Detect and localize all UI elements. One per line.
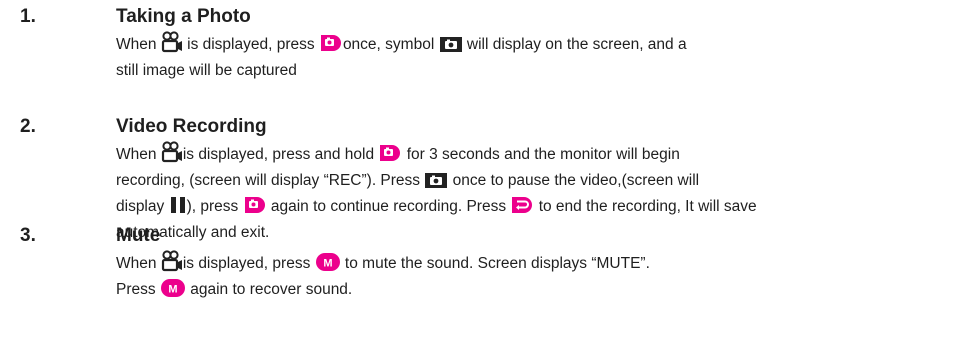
line-1: When is displayed, press M to mute the s… (116, 250, 956, 277)
text-seg: once, symbol (342, 36, 439, 53)
step-body: When is displayed, press and hold for 3 … (116, 141, 956, 246)
camera-button-icon (319, 33, 343, 53)
text-seg: is displayed, press (182, 255, 315, 272)
text-seg: again to continue recording. Press (266, 198, 511, 215)
step-number: 3. (20, 225, 36, 246)
line-1: When is displayed, press and hold for 3 … (116, 141, 956, 168)
return-button-icon (510, 195, 534, 215)
line-2: still image will be captured (116, 58, 956, 84)
camcorder-icon (161, 31, 183, 53)
mute-button-icon: M (315, 252, 341, 272)
svg-text:M: M (168, 284, 177, 296)
line-1: When is displayed, press once, symbol wi… (116, 31, 956, 58)
camera-symbol-icon (424, 171, 448, 189)
step-body: When is displayed, press once, symbol wi… (116, 31, 956, 84)
text-seg: will display on the screen, and a (462, 36, 687, 53)
line-2: recording, (screen will display “REC”). … (116, 168, 956, 194)
text-seg: still image will be captured (116, 62, 297, 79)
line-3: display ), press again to continue recor… (116, 194, 956, 220)
text-seg: When (116, 255, 161, 272)
step-title: Video Recording (116, 116, 267, 137)
step-body: When is displayed, press M to mute the s… (116, 250, 956, 303)
step-number: 2. (20, 116, 36, 137)
line-2: Press M again to recover sound. (116, 277, 956, 303)
camcorder-icon (161, 141, 183, 163)
text-seg: for 3 seconds and the monitor will begin (402, 146, 680, 163)
text-seg: Press (116, 281, 160, 298)
text-seg: display (116, 198, 169, 215)
svg-text:M: M (323, 258, 332, 270)
text-seg: When (116, 146, 161, 163)
camcorder-icon (161, 250, 183, 272)
text-seg: recording, (screen will display “REC”). … (116, 172, 425, 189)
line-4: automatically and exit. (116, 220, 956, 246)
text-seg: is displayed, press (182, 36, 319, 53)
mute-button-icon: M (160, 278, 186, 298)
text-seg: again to recover sound. (185, 281, 353, 298)
text-seg: ), press (186, 198, 243, 215)
text-seg: to end the recording, It will save (534, 198, 757, 215)
camera-button-icon (378, 143, 402, 163)
text-seg: is displayed, press and hold (182, 146, 379, 163)
text-seg: once to pause the video,(screen will (448, 172, 700, 189)
camera-button-icon (243, 195, 267, 215)
step-number: 1. (20, 6, 36, 27)
text-seg: to mute the sound. Screen displays “MUTE… (340, 255, 650, 272)
step-title: Taking a Photo (116, 6, 251, 27)
step-title: Mute (116, 225, 161, 246)
text-seg: When (116, 36, 161, 53)
camera-symbol-icon (439, 35, 463, 53)
pause-icon (169, 195, 187, 215)
